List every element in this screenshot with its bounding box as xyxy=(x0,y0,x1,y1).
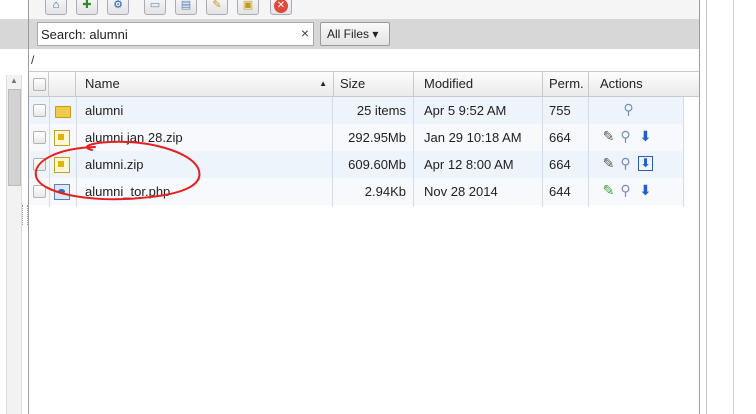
scrollbar-thumb[interactable] xyxy=(8,89,21,186)
view-icon[interactable]: ⚲ xyxy=(618,183,633,198)
download-icon[interactable]: ⬇ xyxy=(638,183,653,198)
view-icon[interactable]: ⚲ xyxy=(618,156,633,171)
delete-icon: ✕ xyxy=(274,0,288,13)
row-checkbox[interactable] xyxy=(33,104,46,117)
current-path: / xyxy=(31,53,35,67)
left-scrollbar[interactable]: ▲ xyxy=(6,75,22,414)
column-header-actions: Actions xyxy=(600,76,643,91)
header-icon-cell xyxy=(49,72,76,96)
file-size: 292.95Mb xyxy=(348,130,406,145)
zip-file-icon xyxy=(54,157,70,173)
clear-search-icon[interactable]: × xyxy=(301,25,309,41)
upload-icon: ▤ xyxy=(180,0,192,11)
download-icon[interactable]: ⬇ xyxy=(638,129,653,144)
file-modified: Apr 12 8:00 AM xyxy=(424,157,514,172)
folder-icon xyxy=(55,106,71,118)
view-icon[interactable]: ⚲ xyxy=(621,102,636,117)
header-checkbox-cell[interactable] xyxy=(29,72,49,96)
search-bar: × All Files ▾ xyxy=(29,19,699,49)
file-name[interactable]: alumni_tor.php xyxy=(85,178,170,205)
view-icon[interactable]: ⚲ xyxy=(618,129,633,144)
column-header-modified[interactable]: Modified xyxy=(414,72,543,96)
edit-pencil-icon[interactable]: ✎ xyxy=(601,129,616,144)
file-perm[interactable]: 664 xyxy=(549,124,571,151)
sort-ascending-icon: ▲ xyxy=(319,79,327,88)
left-panel-band xyxy=(0,19,28,49)
select-all-checkbox[interactable] xyxy=(33,78,46,91)
column-header-name[interactable]: Name ▲ xyxy=(76,72,334,96)
delete-button[interactable]: ✕ xyxy=(270,0,292,15)
column-header-perm[interactable]: Perm. xyxy=(543,72,589,96)
table-row[interactable]: alumni jan 28.zip 292.95Mb Jan 29 10:18 … xyxy=(29,124,683,151)
row-checkbox[interactable] xyxy=(33,185,46,198)
table-row[interactable]: alumni.zip 609.60Mb Apr 12 8:00 AM 664 ✎… xyxy=(29,151,683,178)
new-folder-button[interactable]: ✚ xyxy=(76,0,98,15)
sitemap-icon: ⚙ xyxy=(113,0,123,11)
file-size: 25 items xyxy=(356,103,406,118)
upload-button[interactable]: ▤ xyxy=(175,0,197,15)
edit-pencil-icon[interactable]: ✎ xyxy=(601,183,616,198)
window-icon: ▭ xyxy=(149,0,161,11)
download-icon[interactable]: ⬇ xyxy=(638,156,653,171)
table-row[interactable]: alumni_tor.php 2.94Kb Nov 28 2014 644 ✎ … xyxy=(29,178,683,205)
search-input[interactable] xyxy=(41,24,286,44)
file-name[interactable]: alumni jan 28.zip xyxy=(85,124,183,151)
file-modified: Apr 5 9:52 AM xyxy=(424,103,507,118)
row-checkbox[interactable] xyxy=(33,158,46,171)
file-name[interactable]: alumni xyxy=(85,97,123,124)
file-size: 2.94Kb xyxy=(364,184,406,199)
table-row[interactable]: alumni 25 items Apr 5 9:52 AM 755 ⚲ xyxy=(29,97,683,124)
toolbar: ⌂ ✚ ⚙ ▭ ▤ ✎ ▣ ✕ xyxy=(29,0,699,20)
search-box[interactable]: × xyxy=(37,22,314,46)
chevron-down-icon: ▾ xyxy=(372,27,379,41)
file-manager-panel: ⌂ ✚ ⚙ ▭ ▤ ✎ ▣ ✕ × All Files ▾ / Name ▲ S… xyxy=(28,0,700,414)
edit-pencil-icon[interactable]: ✎ xyxy=(601,156,616,171)
edit-button[interactable]: ✎ xyxy=(206,0,228,15)
file-perm[interactable]: 755 xyxy=(549,97,571,124)
home-icon: ⌂ xyxy=(52,0,60,11)
home-button[interactable]: ⌂ xyxy=(45,0,67,15)
right-panel xyxy=(699,0,756,414)
right-divider-2 xyxy=(733,0,734,414)
edit-icon: ✎ xyxy=(212,0,222,11)
file-filter-label: All Files xyxy=(327,27,370,41)
php-file-icon xyxy=(54,184,70,200)
window-button[interactable]: ▭ xyxy=(144,0,166,15)
file-perm[interactable]: 644 xyxy=(549,178,571,205)
file-grid-header: Name ▲ Size Modified Perm. Actions xyxy=(29,71,699,97)
file-size: 609.60Mb xyxy=(348,157,406,172)
row-checkbox[interactable] xyxy=(33,131,46,144)
file-perm[interactable]: 664 xyxy=(549,151,571,178)
file-filter-dropdown[interactable]: All Files ▾ xyxy=(320,22,390,46)
right-divider xyxy=(706,0,707,414)
file-modified: Nov 28 2014 xyxy=(424,184,498,199)
image-button[interactable]: ▣ xyxy=(237,0,259,15)
new-folder-icon: ✚ xyxy=(82,0,92,11)
column-header-size[interactable]: Size xyxy=(334,72,414,96)
sitemap-button[interactable]: ⚙ xyxy=(107,0,129,15)
file-modified: Jan 29 10:18 AM xyxy=(424,130,522,145)
column-header-name-label: Name xyxy=(85,76,120,91)
image-icon: ▣ xyxy=(242,0,254,11)
file-name[interactable]: alumni.zip xyxy=(85,151,144,178)
scroll-up-arrow-icon[interactable]: ▲ xyxy=(7,75,21,87)
zip-file-icon xyxy=(54,130,70,146)
